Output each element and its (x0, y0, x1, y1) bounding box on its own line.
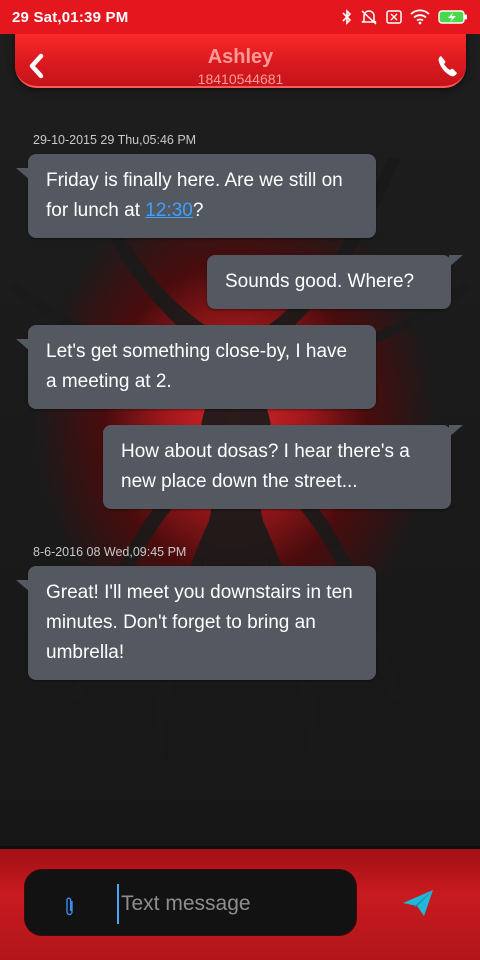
message-text: Sounds good. Where? (225, 271, 415, 292)
message-text: How about dosas? I hear there's a new pl… (121, 441, 410, 492)
message-bubble-outgoing[interactable]: Sounds good. Where? (207, 255, 463, 309)
message-input[interactable] (117, 884, 337, 924)
status-icons (342, 9, 468, 25)
message-bubble-incoming[interactable]: Great! I'll meet you downstairs in ten m… (16, 566, 376, 680)
send-icon[interactable] (402, 889, 434, 917)
date-separator: 29-10-2015 29 Thu,05:46 PM (33, 133, 197, 147)
sim-icon (386, 10, 402, 24)
contact-name: Ashley (207, 46, 274, 68)
mute-icon (361, 10, 377, 25)
call-button[interactable] (436, 54, 458, 78)
message-bubble-incoming[interactable]: Let's get something close-by, I have a m… (16, 325, 376, 409)
battery-charging-icon (438, 10, 467, 24)
wifi-icon (410, 9, 430, 25)
status-time: 29 Sat,01:39 PM (12, 8, 129, 26)
message-list[interactable]: 29-10-2015 29 Thu,05:46 PM Friday is fin… (0, 100, 480, 846)
contact-number: 18410544681 (197, 71, 284, 87)
status-bar: 29 Sat,01:39 PM (0, 0, 480, 34)
paperclip-icon[interactable] (65, 896, 75, 918)
composer-bar (0, 846, 480, 960)
phone-icon (438, 56, 457, 77)
bluetooth-icon (342, 9, 352, 25)
message-text: Great! I'll meet you downstairs in ten m… (46, 582, 353, 663)
message-bubble-incoming[interactable]: Friday is finally here. Are we still on … (16, 154, 376, 238)
message-text: Let's get something close-by, I have a m… (46, 341, 348, 392)
message-text: ? (192, 200, 204, 221)
composer-field (24, 869, 357, 936)
message-bubble-outgoing[interactable]: How about dosas? I hear there's a new pl… (103, 425, 463, 509)
date-separator: 8-6-2016 08 Wed,09:45 PM (33, 545, 187, 559)
time-link[interactable]: 12:30 (145, 200, 193, 221)
conversation-header: Ashley 18410544681 (15, 30, 466, 88)
